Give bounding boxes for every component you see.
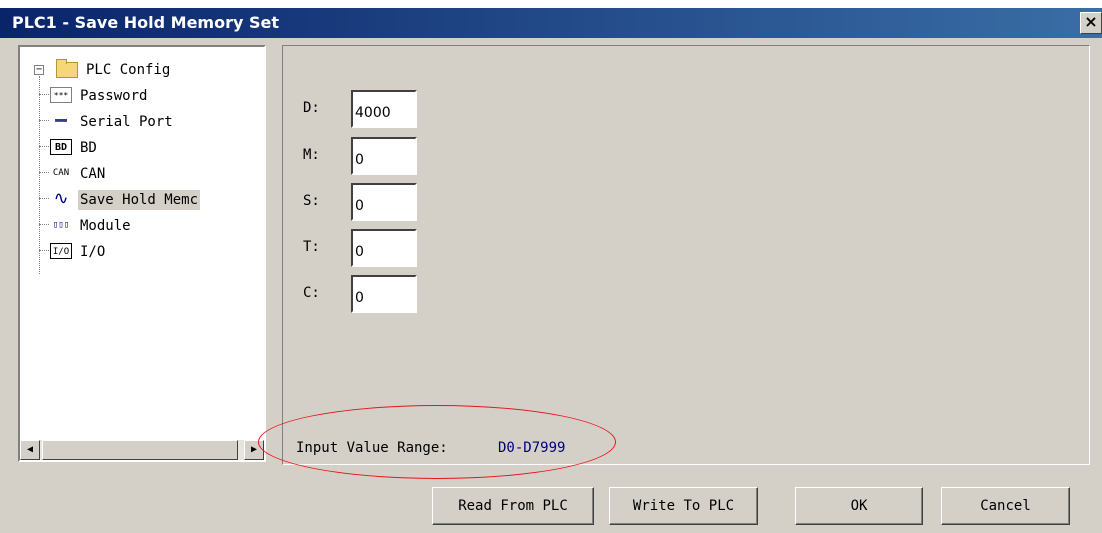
tree-connector (39, 224, 49, 225)
s-input[interactable] (351, 183, 417, 221)
tree-connector (39, 198, 49, 199)
close-button[interactable]: × (1080, 12, 1102, 34)
tree-connector (39, 250, 49, 251)
tree-connector (39, 172, 49, 173)
tree-connector (39, 76, 40, 274)
m-input[interactable] (351, 137, 417, 175)
tree-horizontal-scrollbar[interactable]: ◀ ▶ (20, 440, 264, 460)
t-input[interactable] (351, 229, 417, 267)
collapse-icon[interactable]: − (34, 65, 44, 75)
ok-button[interactable]: OK (795, 487, 923, 525)
scroll-thumb[interactable] (42, 440, 238, 460)
cancel-button[interactable]: Cancel (941, 487, 1070, 525)
io-icon: I/O (50, 243, 72, 259)
waveform-icon: ∿ (53, 188, 69, 209)
tree-item-label: Serial Port (80, 114, 173, 130)
folder-icon (56, 59, 78, 78)
module-icon: ▯▯▯ (52, 220, 70, 230)
tree-item-label: Password (80, 88, 148, 104)
tree-item-label: BD (80, 140, 97, 156)
tree-connector (39, 94, 49, 95)
tree-item-label: Module (80, 218, 131, 234)
c-input[interactable] (351, 275, 417, 313)
bd-icon: BD (50, 139, 72, 155)
can-icon: CAN (52, 168, 70, 178)
serial-port-icon: ▬▬ (54, 115, 68, 126)
d-input[interactable] (351, 90, 417, 128)
highlight-ellipse (258, 405, 616, 479)
tree-connector (39, 120, 49, 121)
window-title: PLC1 - Save Hold Memory Set (12, 13, 279, 32)
write-to-plc-button[interactable]: Write To PLC (609, 487, 758, 525)
config-tree[interactable]: − PLC Config *** Password ▬▬ Serial Port… (18, 45, 266, 462)
read-from-plc-button[interactable]: Read From PLC (432, 487, 594, 525)
field-label-c: C: (303, 285, 320, 301)
tree-item-label: I/O (80, 244, 106, 260)
tree-item-label: CAN (80, 166, 106, 182)
title-bar[interactable]: PLC1 - Save Hold Memory Set × (0, 8, 1102, 38)
field-label-m: M: (303, 147, 320, 163)
field-label-t: T: (303, 239, 320, 255)
tree-connector (39, 146, 49, 147)
password-icon: *** (50, 87, 72, 103)
tree-item-label: PLC Config (86, 62, 171, 78)
field-label-s: S: (303, 193, 320, 209)
tree-item-label: Save Hold Memc (78, 190, 201, 210)
field-label-d: D: (303, 100, 320, 116)
scroll-left-icon[interactable]: ◀ (20, 440, 40, 460)
